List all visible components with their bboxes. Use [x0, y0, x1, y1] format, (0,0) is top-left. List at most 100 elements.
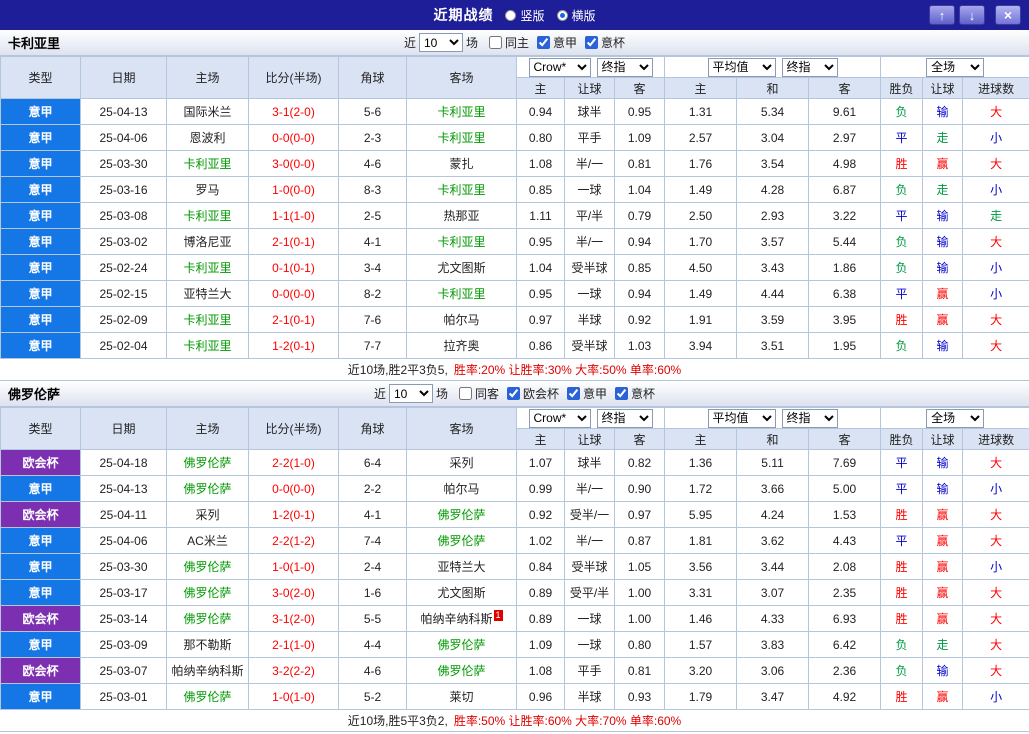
filter-同主[interactable]: 同主 [481, 34, 529, 51]
date-cell: 25-02-09 [80, 306, 167, 333]
goals-result-cell: 小 [962, 124, 1029, 151]
avg-away-odds-cell: 1.53 [808, 501, 882, 528]
col-header-score: 比分(半场) [248, 56, 339, 99]
score-cell: 2-1(0-1) [248, 306, 339, 333]
date-cell: 25-03-07 [80, 657, 167, 684]
layout-horizontal-radio[interactable]: 横版 [556, 7, 596, 24]
filter-意杯[interactable]: 意杯 [607, 385, 655, 402]
match-row: 欧会杯 25-03-07 帕纳辛纳科斯 3-2(2-2) 4-6 佛罗伦萨 1.08 平手 0.… [0, 657, 1029, 684]
layout-vertical-radio[interactable]: 竖版 [505, 7, 545, 24]
near-label: 近 [403, 36, 416, 50]
league-cell: 意甲 [0, 306, 81, 333]
home-team-cell: 佛罗伦萨 [166, 605, 249, 632]
away-odds-cell: 0.80 [613, 631, 666, 658]
handicap-result-cell: 赢 [922, 579, 964, 606]
date-cell: 25-03-17 [80, 579, 167, 606]
away-odds-cell: 0.82 [613, 449, 666, 476]
match-count-select[interactable]: 10 [418, 33, 463, 52]
radio-vertical-label: 竖版 [520, 8, 545, 23]
filter-同客[interactable]: 同客 [451, 385, 499, 402]
away-odds-cell: 0.94 [613, 228, 666, 255]
avg-away-odds-cell: 1.95 [808, 332, 882, 359]
filter-欧会杯[interactable]: 欧会杯 [499, 385, 559, 402]
subcol-result: 胜负 [880, 428, 924, 450]
move-down-button[interactable]: ↓ [959, 5, 985, 25]
away-odds-cell: 1.00 [613, 605, 666, 632]
filter-checkbox[interactable] [488, 35, 502, 49]
away-odds-cell: 0.87 [613, 527, 666, 554]
home-team-cell: 卡利亚里 [166, 150, 249, 177]
matches-table: 类型 日期 主场 比分(半场) 角球 客场 Crow*终指 平均值终指 全场 [0, 56, 1029, 359]
corners-cell: 4-6 [338, 150, 407, 177]
score-cell: 1-2(0-1) [248, 332, 339, 359]
scope-select[interactable]: 全场 [926, 408, 985, 428]
away-team-cell: 佛罗伦萨 [406, 657, 517, 684]
handicap-stage-select[interactable]: 终指 [596, 57, 653, 77]
away-odds-cell: 1.09 [613, 124, 666, 151]
col-header-home: 主场 [166, 56, 249, 99]
filter-checkbox[interactable] [567, 386, 581, 400]
bookmaker-select[interactable]: Crow* [528, 408, 591, 428]
bookmaker-select[interactable]: Crow* [528, 57, 591, 77]
subcol-home-odds: 主 [516, 428, 565, 450]
home-odds-cell: 0.99 [516, 475, 565, 502]
handicap-line-cell: 平手 [564, 657, 615, 684]
close-button[interactable]: × [995, 5, 1021, 25]
goals-result-cell: 大 [962, 501, 1029, 528]
match-result-cell: 负 [880, 332, 924, 359]
subcol-result: 胜负 [880, 77, 924, 99]
match-result-cell: 平 [880, 475, 924, 502]
filter-意甲[interactable]: 意甲 [529, 34, 577, 51]
corners-cell: 2-3 [338, 124, 407, 151]
goals-result-cell: 大 [962, 631, 1029, 658]
goals-result-cell: 大 [962, 579, 1029, 606]
home-team-section: 卡利亚里 近 10 场 同主 意甲 意杯 类型 日期 主场 比分(半场) 角球 客场 [0, 30, 1029, 381]
goals-result-cell: 大 [962, 657, 1029, 684]
filter-checkbox[interactable] [585, 35, 599, 49]
avg-draw-odds-cell: 4.44 [736, 280, 810, 307]
filter-意甲[interactable]: 意甲 [559, 385, 607, 402]
subcol-avg-draw: 和 [736, 77, 810, 99]
corners-cell: 2-5 [338, 202, 407, 229]
avg-away-odds-cell: 1.86 [808, 254, 882, 281]
europe-stage-select[interactable]: 终指 [781, 408, 838, 428]
league-cell: 意甲 [0, 683, 81, 710]
date-cell: 25-02-04 [80, 332, 167, 359]
filter-checkbox[interactable] [458, 386, 472, 400]
avg-draw-odds-cell: 3.06 [736, 657, 810, 684]
handicap-stage-select[interactable]: 终指 [596, 408, 653, 428]
goals-result-cell: 小 [962, 254, 1029, 281]
filter-意杯[interactable]: 意杯 [577, 34, 625, 51]
away-team-cell: 尤文图斯 [406, 579, 517, 606]
handicap-result-cell: 输 [922, 657, 964, 684]
avg-home-odds-cell: 5.95 [664, 501, 738, 528]
avg-draw-odds-cell: 3.66 [736, 475, 810, 502]
filter-checkbox[interactable] [615, 386, 629, 400]
filter-checkbox[interactable] [507, 386, 520, 400]
match-result-cell: 负 [880, 228, 924, 255]
league-cell: 意甲 [0, 553, 81, 580]
scope-select[interactable]: 全场 [926, 57, 985, 77]
europe-stage-select[interactable]: 终指 [781, 57, 838, 77]
goals-result-cell: 大 [962, 449, 1029, 476]
filter-checkbox[interactable] [537, 35, 550, 49]
handicap-result-cell: 赢 [922, 683, 964, 710]
col-header-date: 日期 [80, 407, 167, 450]
subcol-avg-home: 主 [664, 77, 738, 99]
home-team-cell: 卡利亚里 [166, 202, 249, 229]
average-select[interactable]: 平均值 [707, 408, 776, 428]
average-select[interactable]: 平均值 [707, 57, 776, 77]
avg-away-odds-cell: 2.36 [808, 657, 882, 684]
col-header-home: 主场 [166, 407, 249, 450]
avg-draw-odds-cell: 3.83 [736, 631, 810, 658]
move-up-button[interactable]: ↑ [929, 5, 955, 25]
goals-result-cell: 大 [962, 306, 1029, 333]
subcol-goals: 进球数 [962, 77, 1029, 99]
avg-home-odds-cell: 1.46 [664, 605, 738, 632]
date-cell: 25-03-30 [80, 150, 167, 177]
goals-result-cell: 小 [962, 553, 1029, 580]
score-cell: 0-0(0-0) [248, 475, 339, 502]
handicap-line-cell: 球半 [564, 98, 615, 125]
corners-cell: 6-4 [338, 449, 407, 476]
match-count-select[interactable]: 10 [388, 384, 433, 403]
